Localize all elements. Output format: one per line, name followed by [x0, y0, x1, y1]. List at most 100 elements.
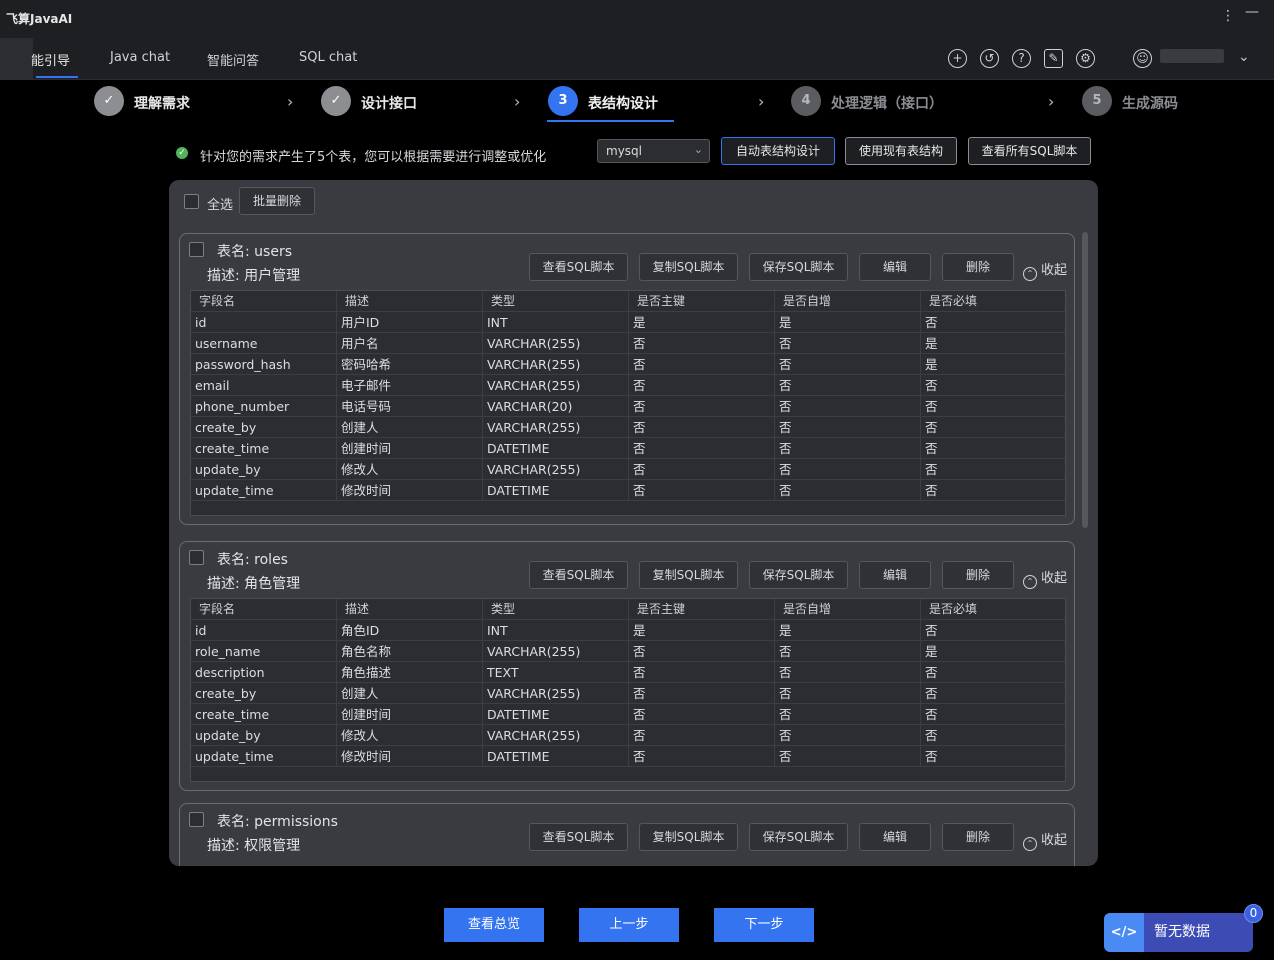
- add-icon[interactable]: +: [948, 49, 967, 68]
- view-sql-button[interactable]: 查看SQL脚本: [529, 823, 628, 851]
- tab-bar: 能引导 Java chat 智能问答 SQL chat + ↺ ? ✎ ⚙ ☺ …: [0, 38, 1274, 80]
- collapse-toggle[interactable]: ⌃ 收起: [1023, 567, 1067, 589]
- chevron-up-icon: ⌃: [1023, 267, 1037, 281]
- next-step-button[interactable]: 下一步: [714, 908, 814, 942]
- table-cell: 否: [921, 746, 1067, 767]
- table-cell: 否: [629, 459, 775, 480]
- notification-badge: 0: [1244, 904, 1263, 923]
- column-header: 是否主键: [629, 291, 775, 312]
- chevron-right-icon: ›: [514, 92, 521, 111]
- minimize-icon[interactable]: —: [1245, 4, 1259, 20]
- title-bar: 飞算JavaAI ⋮ —: [0, 0, 1274, 38]
- collapse-toggle[interactable]: ⌃ 收起: [1023, 259, 1067, 281]
- view-sql-button[interactable]: 查看SQL脚本: [529, 253, 628, 281]
- table-cell: 用户ID: [337, 312, 483, 333]
- collapse-label: 收起: [1041, 263, 1068, 278]
- user-icon[interactable]: ☺: [1133, 49, 1152, 68]
- delete-button[interactable]: 删除: [942, 253, 1014, 281]
- table-description: 描述: 权限管理: [207, 838, 301, 854]
- table-cell: 否: [921, 459, 1067, 480]
- batch-delete-button[interactable]: 批量删除: [239, 187, 315, 215]
- table-cell: 是: [775, 312, 921, 333]
- column-header: 描述: [337, 291, 483, 312]
- edit-button[interactable]: 编辑: [859, 823, 931, 851]
- delete-button[interactable]: 删除: [942, 823, 1014, 851]
- table-cell: 创建时间: [337, 704, 483, 725]
- table-cell: description: [191, 662, 337, 683]
- select-all-checkbox[interactable]: [184, 194, 199, 209]
- table-cell: 否: [775, 662, 921, 683]
- settings-icon[interactable]: ⚙: [1076, 49, 1095, 68]
- view-sql-button[interactable]: 查看SQL脚本: [529, 561, 628, 589]
- table-row: update_time 修改时间 DATETIME 否否否: [191, 746, 1067, 767]
- code-icon: </>: [1104, 913, 1144, 952]
- step-progress: ✓ 理解需求 › ✓ 设计接口 › 3 表结构设计 › 4 处理逻辑（接口） ›…: [0, 80, 1274, 126]
- overview-button[interactable]: 查看总览: [444, 908, 544, 942]
- tab-active-underline: [36, 76, 78, 78]
- table-row: create_by 创建人 VARCHAR(255) 否否否: [191, 417, 1067, 438]
- edit-button[interactable]: 编辑: [859, 561, 931, 589]
- success-check-icon: ✓: [176, 147, 188, 159]
- table-cell: 否: [921, 704, 1067, 725]
- table-scroll-area: [191, 767, 1065, 781]
- step-number: 5: [1082, 86, 1112, 116]
- more-vertical-icon[interactable]: ⋮: [1221, 8, 1235, 24]
- collapse-toggle[interactable]: ⌃ 收起: [1023, 829, 1067, 851]
- step-label: 生成源码: [1122, 96, 1178, 112]
- table-cell: 角色描述: [337, 662, 483, 683]
- table-row: update_by 修改人 VARCHAR(255) 否否否: [191, 459, 1067, 480]
- table-row: id 角色ID INT 是是否: [191, 620, 1067, 641]
- table-cell: 否: [629, 375, 775, 396]
- edit-button[interactable]: 编辑: [859, 253, 931, 281]
- table-row: username 用户名 VARCHAR(255) 否否是: [191, 333, 1067, 354]
- copy-sql-button[interactable]: 复制SQL脚本: [639, 823, 738, 851]
- table-cell: create_by: [191, 683, 337, 704]
- column-header: 类型: [483, 599, 629, 620]
- table-cell: 角色名称: [337, 641, 483, 662]
- chevron-down-icon[interactable]: ⌄: [1238, 49, 1250, 65]
- table-cell: 否: [629, 641, 775, 662]
- table-cell: TEXT: [483, 662, 629, 683]
- table-header-row: 字段名 描述 类型 是否主键 是否自增 是否必填: [191, 599, 1067, 620]
- prev-step-button[interactable]: 上一步: [579, 908, 679, 942]
- table-cell: 否: [921, 620, 1067, 641]
- table-cell: DATETIME: [483, 704, 629, 725]
- tab-sql-chat[interactable]: SQL chat: [299, 50, 357, 65]
- user-name-redacted[interactable]: [1160, 49, 1224, 63]
- save-sql-button[interactable]: 保存SQL脚本: [749, 253, 848, 281]
- db-type-select[interactable]: mysql ⌄: [597, 139, 710, 163]
- code-widget[interactable]: </> 暂无数据 0: [1104, 904, 1263, 952]
- table-checkbox[interactable]: [189, 812, 204, 827]
- column-header: 字段名: [191, 291, 337, 312]
- table-cell: 用户名: [337, 333, 483, 354]
- tab-smart-guide[interactable]: 能引导: [31, 50, 70, 69]
- table-cell: VARCHAR(255): [483, 725, 629, 746]
- table-cell: 否: [775, 396, 921, 417]
- copy-sql-button[interactable]: 复制SQL脚本: [639, 253, 738, 281]
- table-checkbox[interactable]: [189, 242, 204, 257]
- auto-design-button[interactable]: 自动表结构设计: [721, 137, 835, 165]
- step-label: 表结构设计: [588, 96, 658, 112]
- step-label: 设计接口: [361, 96, 417, 112]
- copy-sql-button[interactable]: 复制SQL脚本: [639, 561, 738, 589]
- save-sql-button[interactable]: 保存SQL脚本: [749, 561, 848, 589]
- save-sql-button[interactable]: 保存SQL脚本: [749, 823, 848, 851]
- view-all-sql-button[interactable]: 查看所有SQL脚本: [968, 137, 1091, 165]
- table-cell: 否: [775, 438, 921, 459]
- table-card: 表名: users 描述: 用户管理 查看SQL脚本 复制SQL脚本 保存SQL脚本 编辑…: [179, 233, 1075, 525]
- fields-table: 字段名 描述 类型 是否主键 是否自增 是否必填 id 用户ID INT 是是否 username 用…: [190, 290, 1067, 516]
- tab-qa[interactable]: 智能问答: [207, 50, 259, 69]
- table-cell: create_time: [191, 704, 337, 725]
- collapse-label: 收起: [1041, 571, 1068, 586]
- tab-java-chat[interactable]: Java chat: [110, 50, 170, 65]
- step-label: 处理逻辑（接口）: [831, 96, 943, 112]
- delete-button[interactable]: 删除: [942, 561, 1014, 589]
- edit-icon[interactable]: ✎: [1044, 49, 1063, 68]
- table-checkbox[interactable]: [189, 550, 204, 565]
- history-icon[interactable]: ↺: [980, 49, 999, 68]
- table-cell: 修改时间: [337, 480, 483, 501]
- help-icon[interactable]: ?: [1012, 49, 1031, 68]
- scrollbar[interactable]: [1082, 232, 1088, 528]
- use-existing-button[interactable]: 使用现有表结构: [845, 137, 957, 165]
- table-row: email 电子邮件 VARCHAR(255) 否否否: [191, 375, 1067, 396]
